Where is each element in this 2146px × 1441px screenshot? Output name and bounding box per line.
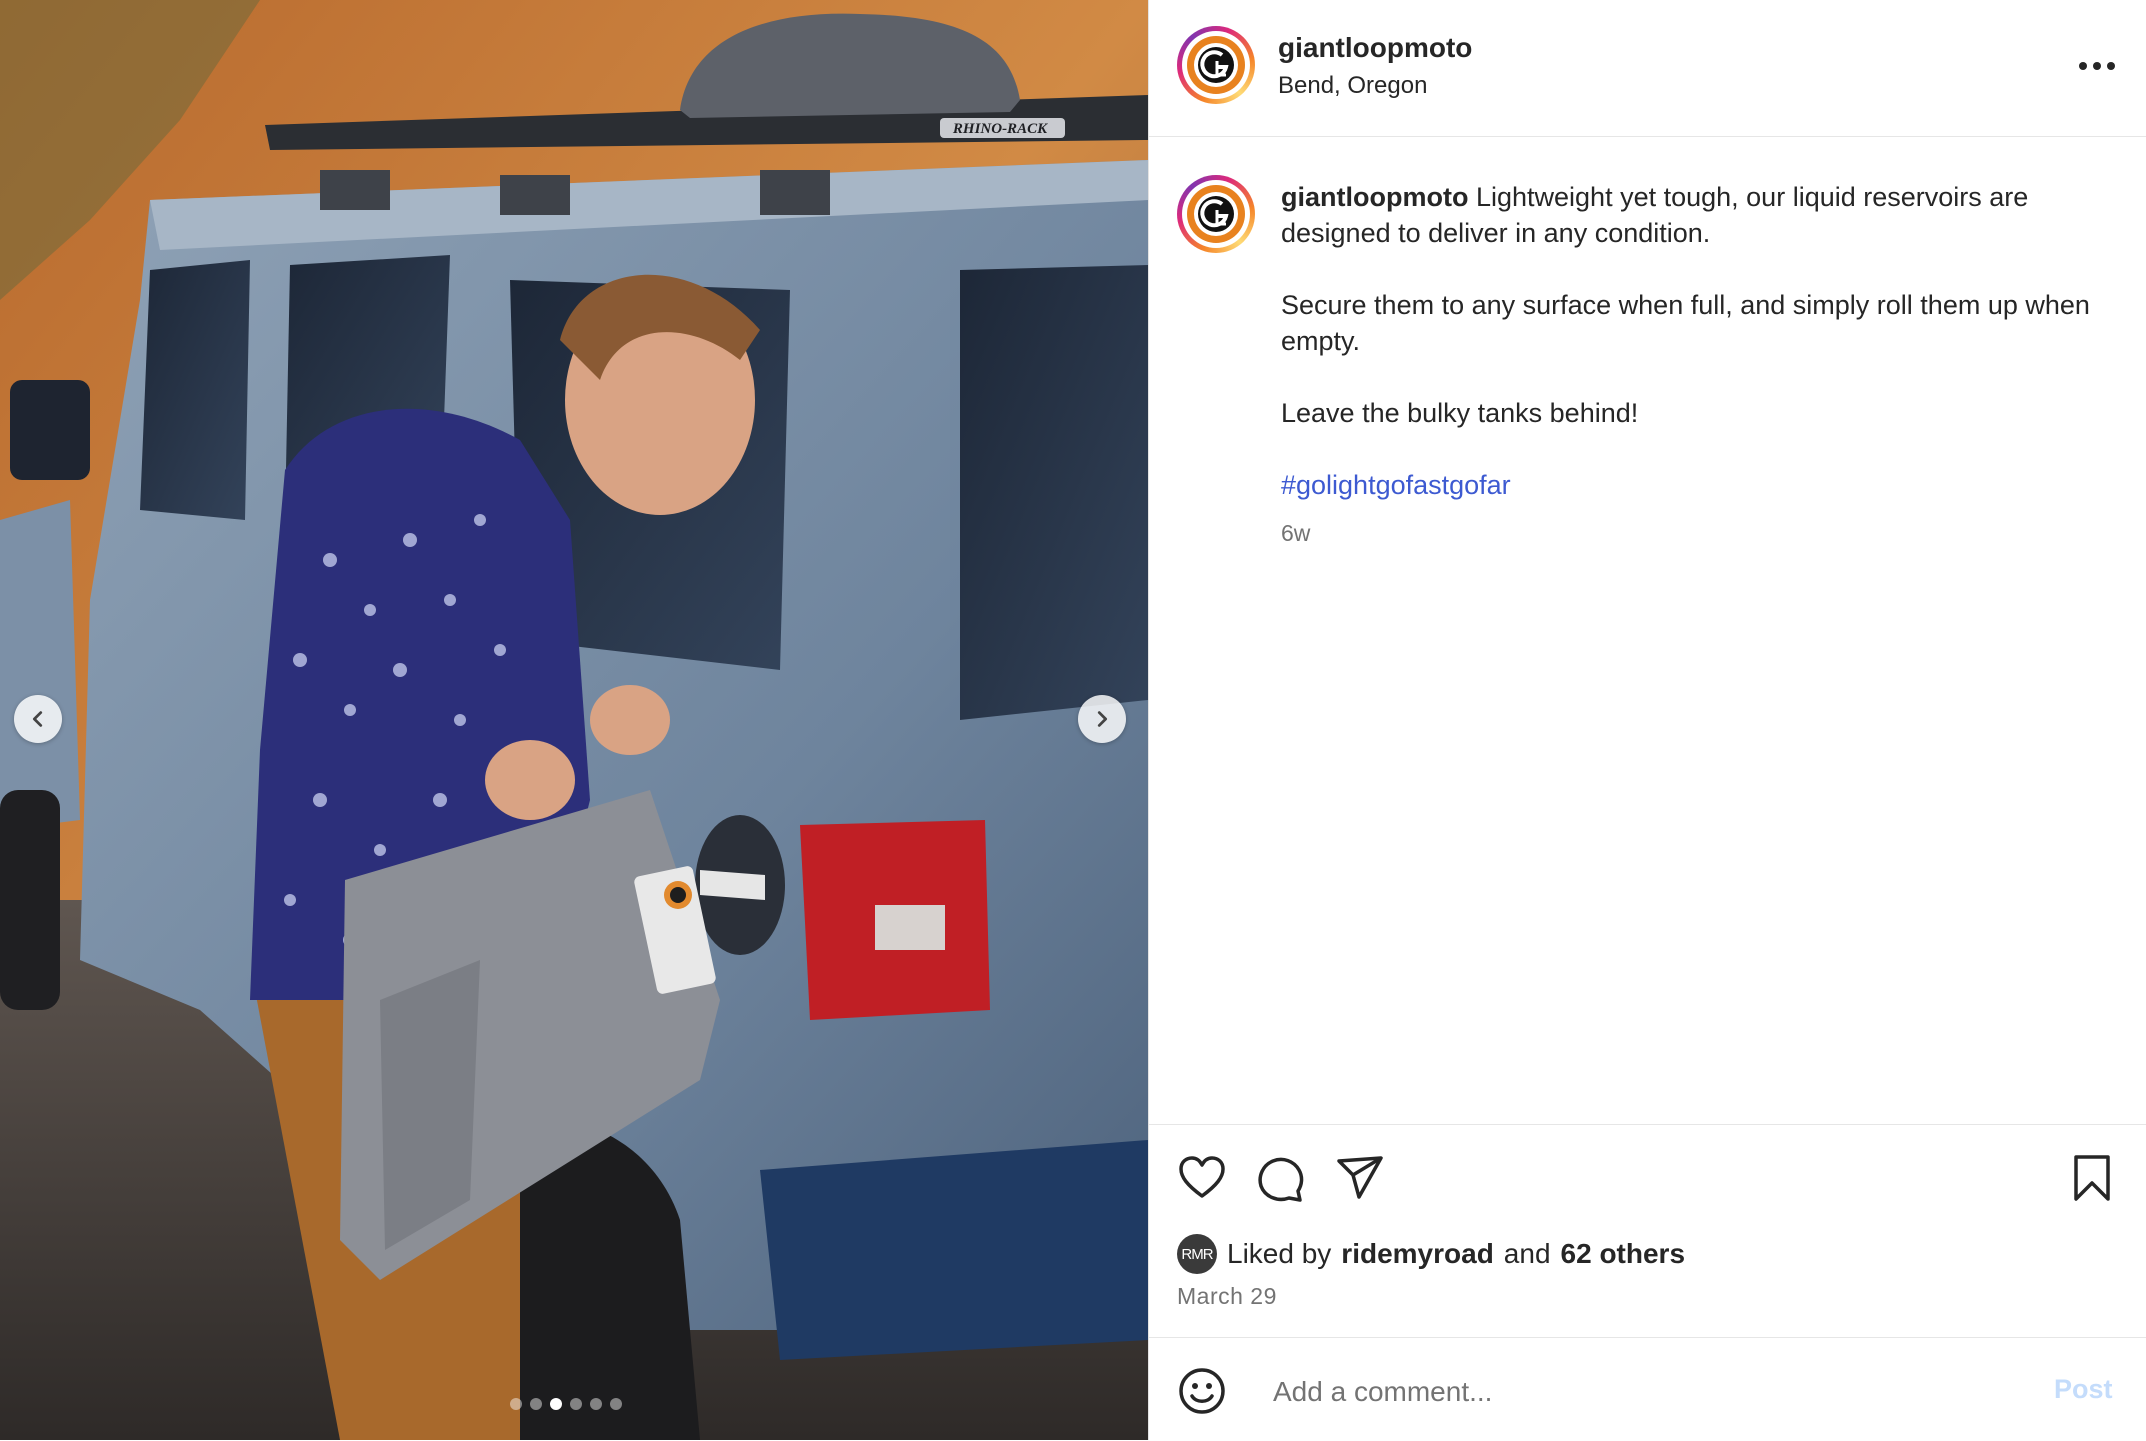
roof-rack-brand-text: RHINO-RACK bbox=[952, 121, 1048, 137]
share-button[interactable] bbox=[1335, 1153, 1385, 1203]
likes-summary: RMR Liked by ridemyroad and 62 others bbox=[1177, 1234, 1685, 1274]
author-username[interactable]: giantloopmoto bbox=[1278, 32, 1472, 64]
comment-input[interactable] bbox=[1271, 1366, 1975, 1418]
save-button[interactable] bbox=[2067, 1153, 2117, 1203]
post-caption: giantloopmoto Lightweight yet tough, our… bbox=[1281, 179, 2101, 551]
smiley-icon[interactable] bbox=[1177, 1366, 1227, 1416]
send-icon bbox=[1337, 1156, 1383, 1199]
post-location[interactable]: Bend, Oregon bbox=[1278, 72, 1427, 100]
carousel-dot bbox=[530, 1398, 542, 1410]
post-details-panel: giantloopmoto Bend, Oregon giantloopmoto… bbox=[1148, 0, 2146, 1440]
giant-loop-logo bbox=[1187, 185, 1245, 243]
carousel-dot bbox=[570, 1398, 582, 1410]
carousel-dot bbox=[590, 1398, 602, 1410]
carousel-indicator bbox=[510, 1398, 622, 1410]
post-date[interactable]: March 29 bbox=[1177, 1283, 1277, 1310]
author-avatar[interactable] bbox=[1177, 26, 1255, 104]
carousel-dot bbox=[610, 1398, 622, 1410]
chevron-left-icon bbox=[32, 711, 43, 727]
chevron-right-icon bbox=[1097, 711, 1108, 727]
bookmark-icon bbox=[2074, 1155, 2110, 1201]
carousel-next-button[interactable] bbox=[1078, 695, 1126, 743]
more-options-icon[interactable] bbox=[2075, 46, 2119, 86]
liker-avatar[interactable]: RMR bbox=[1177, 1234, 1217, 1274]
caption-line-3: Leave the bulky tanks behind! bbox=[1281, 398, 1639, 428]
post-comment-button[interactable]: Post bbox=[2054, 1374, 2113, 1405]
caption-username[interactable]: giantloopmoto bbox=[1281, 182, 1468, 212]
like-button[interactable] bbox=[1177, 1153, 1227, 1203]
caption-section: giantloopmoto Lightweight yet tough, our… bbox=[1149, 137, 2146, 1124]
giant-loop-logo bbox=[1187, 36, 1245, 94]
comment-bar: Post bbox=[1149, 1337, 2146, 1441]
likes-conjunction: and bbox=[1503, 1238, 1551, 1269]
post-actions: RMR Liked by ridemyroad and 62 others Ma… bbox=[1149, 1124, 2146, 1338]
post-media[interactable]: RHINO-RACK bbox=[0, 0, 1148, 1440]
comment-button[interactable] bbox=[1255, 1153, 1305, 1203]
caption-age[interactable]: 6w bbox=[1281, 515, 2101, 551]
post-photo: RHINO-RACK bbox=[0, 0, 1148, 1440]
carousel-dot bbox=[510, 1398, 522, 1410]
carousel-prev-button[interactable] bbox=[14, 695, 62, 743]
carousel-dot bbox=[550, 1398, 562, 1410]
comment-icon bbox=[1258, 1157, 1304, 1202]
heart-icon bbox=[1179, 1156, 1225, 1198]
caption-author-avatar[interactable] bbox=[1177, 175, 1255, 253]
caption-line-2: Secure them to any surface when full, an… bbox=[1281, 290, 2090, 356]
caption-hashtag[interactable]: #golightgofastgofar bbox=[1281, 470, 1511, 500]
post-header: giantloopmoto Bend, Oregon bbox=[1149, 0, 2146, 137]
likes-others-link[interactable]: 62 others bbox=[1561, 1238, 1686, 1270]
likes-prefix: Liked by bbox=[1227, 1238, 1332, 1269]
liker-username[interactable]: ridemyroad bbox=[1341, 1238, 1494, 1270]
instagram-post: RHINO-RACK giantloopmoto Bend, Oregon gi… bbox=[0, 0, 2146, 1440]
